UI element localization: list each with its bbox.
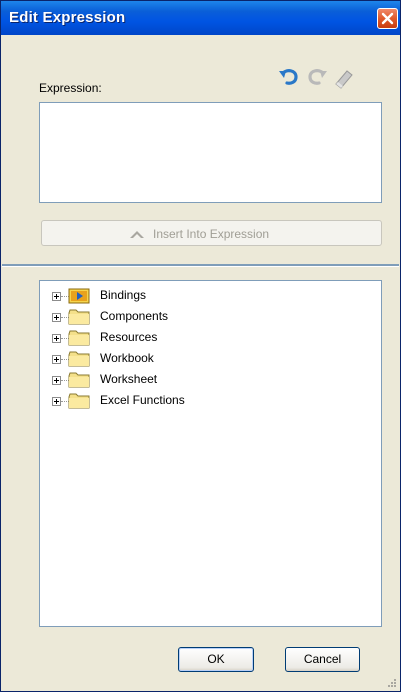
tree-item-label: Excel Functions <box>100 393 185 407</box>
folder-icon <box>68 393 90 409</box>
splitter[interactable] <box>2 264 399 267</box>
close-icon <box>381 12 394 25</box>
undo-button[interactable] <box>277 67 301 89</box>
bindings-folder-icon <box>68 288 90 304</box>
expression-tree: Bindings Components Resources Workbook W… <box>39 280 382 627</box>
redo-button[interactable] <box>305 67 329 89</box>
folder-icon <box>68 330 90 346</box>
cancel-button[interactable]: Cancel <box>285 647 360 672</box>
close-button[interactable] <box>377 8 398 29</box>
expand-icon[interactable] <box>52 334 61 343</box>
expand-icon[interactable] <box>52 292 61 301</box>
resize-grip-icon[interactable] <box>387 678 397 688</box>
ok-button[interactable]: OK <box>178 647 254 672</box>
expression-label: Expression: <box>39 81 102 95</box>
undo-icon <box>279 69 298 85</box>
chevron-up-icon <box>130 231 144 238</box>
folder-icon <box>68 372 90 388</box>
expand-icon[interactable] <box>52 355 61 364</box>
clear-button[interactable] <box>332 67 356 89</box>
tree-item-label: Bindings <box>100 288 147 302</box>
folder-icon <box>68 309 90 325</box>
edit-expression-dialog: Edit Expression Expression: Insert Into … <box>0 0 401 692</box>
expression-input[interactable] <box>39 102 382 203</box>
folder-icon <box>68 351 90 367</box>
title-bar[interactable]: Edit Expression <box>1 1 400 35</box>
tree-item-label: Components <box>100 309 169 323</box>
eraser-icon <box>335 70 353 89</box>
expand-icon[interactable] <box>52 397 61 406</box>
window-title: Edit Expression <box>9 9 126 26</box>
tree-item-label: Worksheet <box>100 372 158 386</box>
expand-icon[interactable] <box>52 376 61 385</box>
insert-button-label: Insert Into Expression <box>153 227 270 241</box>
redo-icon <box>308 69 327 85</box>
tree-item-label: Workbook <box>100 351 154 365</box>
insert-into-expression-button[interactable]: Insert Into Expression <box>41 220 382 246</box>
expand-icon[interactable] <box>52 313 61 322</box>
tree-item-label: Resources <box>100 330 158 344</box>
